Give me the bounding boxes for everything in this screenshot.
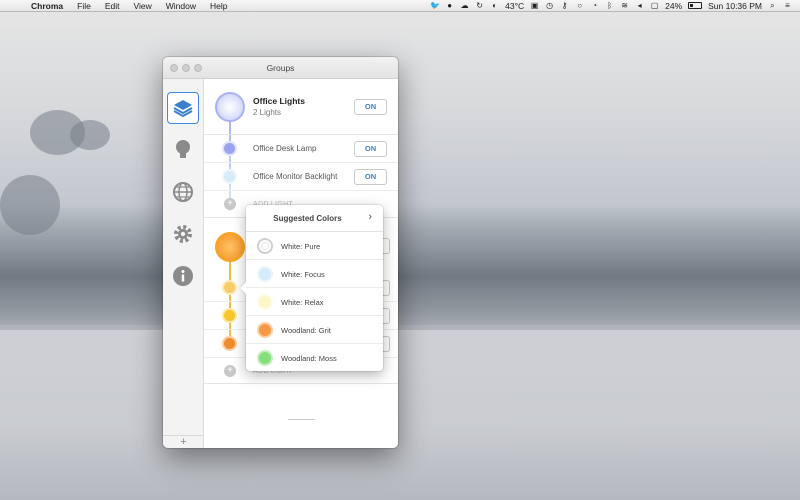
- menu-help[interactable]: Help: [203, 1, 234, 11]
- screen-icon[interactable]: ▢: [650, 1, 659, 10]
- light-row[interactable]: Office Desk Lamp ON: [204, 135, 398, 163]
- light-toggle-button[interactable]: [382, 308, 390, 324]
- sync-icon[interactable]: ↻: [475, 1, 484, 10]
- light-toggle-button[interactable]: ON: [354, 141, 387, 157]
- color-option[interactable]: White: Pure: [246, 232, 383, 260]
- info-icon: [173, 266, 193, 286]
- color-option[interactable]: Woodland: Grit: [246, 316, 383, 344]
- background-tree: [70, 120, 110, 150]
- display-icon[interactable]: ▣: [530, 1, 539, 10]
- light-name: Office Desk Lamp: [253, 144, 317, 153]
- light-toggle-button[interactable]: [382, 336, 390, 352]
- group-color-swatch[interactable]: [215, 232, 245, 262]
- status-tray: 🐦 ● ☁ ↻ ◐ 43°C ▣ ◷ ⚷ ○ ◔ ᛒ ≋ ◂ ▢ 24% Sun…: [430, 1, 800, 11]
- battery-label[interactable]: 24%: [665, 1, 682, 11]
- background-tree: [0, 175, 60, 235]
- group-toggle-button[interactable]: ON: [354, 99, 387, 115]
- light-color-swatch[interactable]: [222, 280, 237, 295]
- clock-icon[interactable]: ◔: [590, 1, 599, 10]
- group-toggle-button[interactable]: [382, 238, 390, 254]
- light-color-swatch[interactable]: [222, 169, 237, 184]
- popover-header[interactable]: Suggested Colors ›: [246, 205, 383, 232]
- sidebar-item-lights[interactable]: [167, 134, 199, 166]
- color-option[interactable]: White: Relax: [246, 288, 383, 316]
- light-name: Office Monitor Backlight: [253, 172, 338, 181]
- group-row[interactable]: Office Lights 2 Lights ON: [204, 79, 398, 135]
- sidebar-item-groups[interactable]: [167, 92, 199, 124]
- color-swatch: [257, 266, 273, 282]
- sidebar-item-globe[interactable]: [167, 176, 199, 208]
- menu-file[interactable]: File: [70, 1, 98, 11]
- list-end-divider: [288, 419, 315, 420]
- group-color-swatch[interactable]: [215, 92, 245, 122]
- color-swatch: [257, 238, 273, 254]
- weather-icon[interactable]: ◐: [490, 1, 499, 10]
- temperature-label[interactable]: 43°C: [505, 1, 524, 11]
- light-toggle-button[interactable]: ON: [354, 169, 387, 185]
- globe-icon: [173, 182, 193, 202]
- color-option[interactable]: Woodland: Moss: [246, 344, 383, 372]
- twitter-icon[interactable]: 🐦: [430, 1, 440, 10]
- background-lake: [0, 330, 800, 500]
- color-option[interactable]: White: Focus: [246, 260, 383, 288]
- add-light-plus-icon[interactable]: +: [224, 365, 236, 377]
- sidebar-item-info[interactable]: [167, 260, 199, 292]
- menu-view[interactable]: View: [126, 1, 158, 11]
- minimize-button[interactable]: [182, 64, 190, 72]
- chevron-right-icon[interactable]: ›: [368, 211, 372, 223]
- light-color-swatch[interactable]: [222, 141, 237, 156]
- cloud-icon[interactable]: ☁: [460, 1, 469, 10]
- clock-label[interactable]: Sun 10:36 PM: [708, 1, 762, 11]
- light-color-swatch[interactable]: [222, 308, 237, 323]
- color-swatch: [257, 322, 273, 338]
- lightbulb-icon: [176, 140, 190, 158]
- layers-icon: [173, 100, 193, 118]
- color-option-label: White: Focus: [281, 270, 325, 279]
- volume-icon[interactable]: ◂: [635, 1, 644, 10]
- light-toggle-button[interactable]: [382, 280, 390, 296]
- close-button[interactable]: [170, 64, 178, 72]
- bluetooth-icon[interactable]: ᛒ: [605, 1, 614, 10]
- gear-icon: [174, 225, 192, 243]
- group-name: Office Lights: [253, 96, 305, 106]
- color-option-label: Woodland: Moss: [281, 354, 337, 363]
- group-light-count: 2 Lights: [253, 108, 282, 117]
- menu-edit[interactable]: Edit: [98, 1, 127, 11]
- menu-window[interactable]: Window: [159, 1, 203, 11]
- light-row[interactable]: Office Monitor Backlight ON: [204, 163, 398, 191]
- zoom-button[interactable]: [194, 64, 202, 72]
- key-icon[interactable]: ⚷: [560, 1, 569, 10]
- sidebar-item-settings[interactable]: [167, 218, 199, 250]
- add-light-plus-icon[interactable]: +: [224, 198, 236, 210]
- color-option-label: White: Pure: [281, 242, 321, 251]
- bell-icon[interactable]: ●: [445, 1, 454, 10]
- chat-icon[interactable]: ○: [575, 1, 584, 10]
- suggested-colors-popover: Suggested Colors › White: Pure White: Fo…: [240, 205, 383, 372]
- menu-bar: Chroma File Edit View Window Help 🐦 ● ☁ …: [0, 0, 800, 12]
- title-bar: Groups: [163, 57, 398, 79]
- menu-app-name[interactable]: Chroma: [24, 1, 70, 11]
- popover-title: Suggested Colors: [273, 214, 342, 223]
- light-color-swatch[interactable]: [222, 336, 237, 351]
- sidebar: +: [163, 79, 204, 448]
- color-option-label: Woodland: Grit: [281, 326, 331, 335]
- add-group-button[interactable]: +: [163, 435, 204, 448]
- color-swatch: [257, 294, 273, 310]
- color-swatch: [257, 350, 273, 366]
- list-icon[interactable]: ≡: [783, 1, 792, 10]
- background-hills: [0, 205, 800, 325]
- wifi-icon[interactable]: ≋: [620, 1, 629, 10]
- battery-icon[interactable]: [688, 2, 703, 9]
- timer-icon[interactable]: ◷: [545, 1, 554, 10]
- color-option-label: White: Relax: [281, 298, 324, 307]
- search-icon[interactable]: ⌕: [768, 1, 777, 10]
